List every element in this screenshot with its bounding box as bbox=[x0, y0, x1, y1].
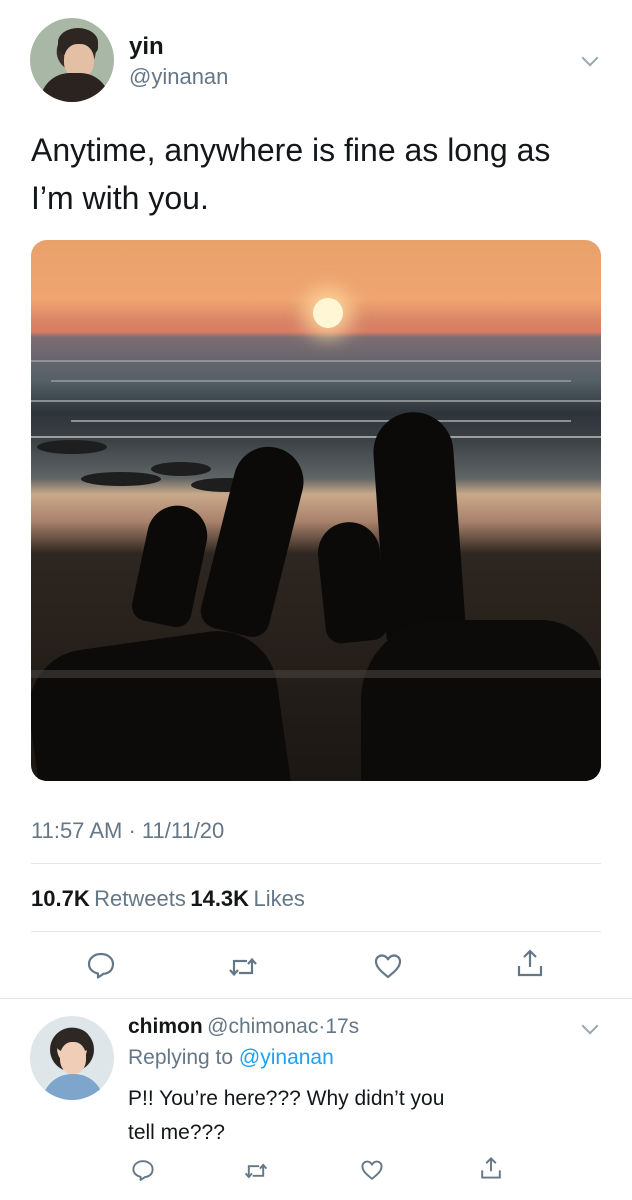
divider bbox=[31, 931, 601, 932]
like-icon bbox=[374, 954, 402, 979]
like-icon bbox=[361, 1160, 383, 1180]
share-button[interactable] bbox=[515, 948, 545, 978]
chevron-down-icon[interactable] bbox=[581, 1017, 599, 1035]
reply-text: P!! You’re here??? Why didn’t you tell m… bbox=[128, 1082, 588, 1150]
reply-reply-button[interactable] bbox=[131, 1158, 155, 1182]
reply-author-handle[interactable]: @chimonac bbox=[207, 1015, 318, 1038]
retweet-icon bbox=[244, 1163, 268, 1179]
reply-text-line-2: tell me??? bbox=[128, 1121, 225, 1144]
reply-icon bbox=[87, 952, 115, 979]
reply-header: chimon @chimonac·17s bbox=[128, 1015, 359, 1039]
retweets-label: Retweets bbox=[94, 886, 186, 911]
tweet-text: Anytime, anywhere is fine as long as I’m… bbox=[31, 126, 611, 222]
tweet-text-line-2: I’m with you. bbox=[31, 180, 209, 216]
retweets-count: 10.7K bbox=[31, 886, 90, 911]
reply-age[interactable]: 17s bbox=[325, 1015, 359, 1038]
retweet-button[interactable] bbox=[228, 952, 258, 982]
reply-share-button[interactable] bbox=[479, 1156, 503, 1180]
author-display-name[interactable]: yin bbox=[129, 33, 164, 61]
retweet-icon bbox=[229, 957, 257, 977]
replying-to: Replying to @yinanan bbox=[128, 1046, 334, 1070]
divider bbox=[0, 998, 632, 999]
chevron-down-icon[interactable] bbox=[581, 49, 599, 67]
likes-count: 14.3K bbox=[190, 886, 250, 911]
tweet-date: 11/11/20 bbox=[141, 818, 225, 843]
author-handle[interactable]: @yinanan bbox=[129, 64, 228, 90]
divider bbox=[31, 863, 601, 864]
share-icon bbox=[517, 949, 543, 977]
meta-separator: · bbox=[128, 818, 136, 843]
replying-to-label: Replying to bbox=[128, 1046, 234, 1069]
like-button[interactable] bbox=[373, 951, 403, 981]
replying-to-handle[interactable]: @yinanan bbox=[239, 1046, 334, 1069]
sun bbox=[313, 298, 343, 328]
likes-stat[interactable]: 14.3K Likes bbox=[190, 886, 305, 911]
reply-text-line-1: P!! You’re here??? Why didn’t you bbox=[128, 1087, 445, 1110]
author-avatar[interactable] bbox=[30, 18, 114, 102]
tweet-text-line-1: Anytime, anywhere is fine as long as bbox=[31, 132, 551, 168]
reply-retweet-button[interactable] bbox=[244, 1159, 268, 1183]
tweet-timestamp[interactable]: 11:57 AM · 11/11/20 bbox=[31, 818, 224, 844]
reply-author-avatar[interactable] bbox=[30, 1016, 114, 1100]
tweet-time: 11:57 AM bbox=[31, 818, 123, 843]
reply-like-button[interactable] bbox=[360, 1158, 384, 1182]
tweet-photo[interactable] bbox=[31, 240, 601, 781]
retweets-stat[interactable]: 10.7K Retweets bbox=[31, 886, 190, 911]
reply-icon bbox=[132, 1160, 154, 1181]
tweet-stats: 10.7K Retweets 14.3K Likes bbox=[31, 886, 305, 912]
reply-author-display-name[interactable]: chimon bbox=[128, 1015, 203, 1038]
likes-label: Likes bbox=[253, 886, 305, 911]
share-icon bbox=[481, 1157, 501, 1179]
reply-button[interactable] bbox=[86, 950, 116, 980]
